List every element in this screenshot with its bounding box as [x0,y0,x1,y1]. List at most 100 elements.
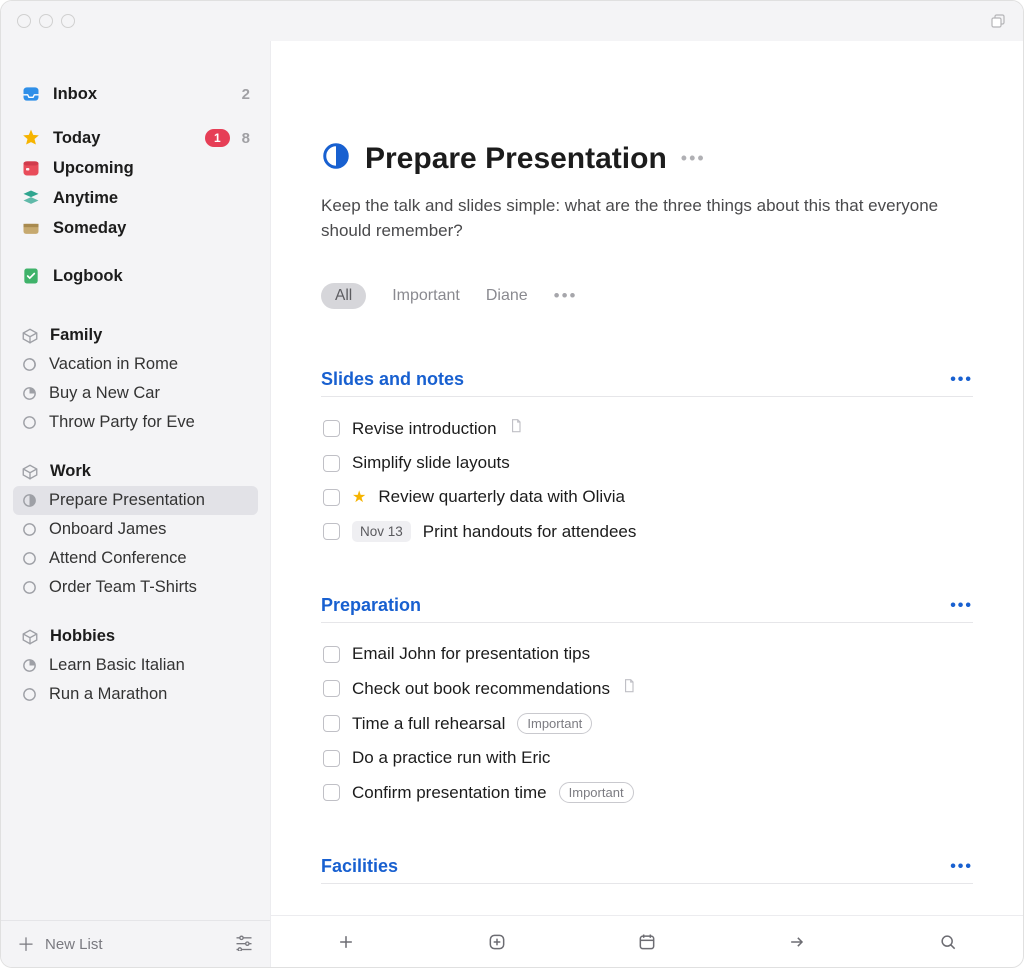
logbook-icon [21,266,41,286]
task-row[interactable]: Time a full rehearsal Important [321,706,973,741]
area-label: Family [50,326,102,345]
task-title: Do a practice run with Eric [352,748,550,768]
heading-slides-and-notes[interactable]: Slides and notes ••• [321,369,973,397]
sidebar-area-work[interactable]: Work [13,457,258,486]
sidebar: Inbox 2 Today 1 8 [1,41,271,967]
minimize-window-button[interactable] [39,14,53,28]
progress-circle-icon [21,521,38,538]
sidebar-someday-label: Someday [53,219,126,238]
new-list-button[interactable]: New List [45,936,103,953]
task-checkbox[interactable] [323,646,340,663]
task-tag-chip: Important [517,713,592,734]
progress-circle-icon [21,414,38,431]
task-row[interactable]: Revise introduction [321,411,973,446]
new-window-icon[interactable] [989,12,1007,30]
task-title: Simplify slide layouts [352,453,510,473]
task-checkbox[interactable] [323,750,340,767]
project-label: Prepare Presentation [49,491,205,510]
main-panel: Prepare Presentation ••• Keep the talk a… [271,41,1023,967]
progress-circle-icon [21,686,38,703]
task-row[interactable]: ★ Review quarterly data with Olivia [321,480,973,514]
project-progress-icon [321,141,351,176]
sidebar-area-hobbies[interactable]: Hobbies [13,622,258,651]
sidebar-area-family[interactable]: Family [13,321,258,350]
task-title: Time a full rehearsal [352,714,505,734]
project-label: Buy a New Car [49,384,160,403]
heading-more-button[interactable]: ••• [950,597,973,615]
settings-icon[interactable] [234,933,254,955]
task-checkbox[interactable] [323,680,340,697]
sidebar-someday[interactable]: Someday [13,213,258,243]
task-title: Email John for presentation tips [352,644,590,664]
tag-filter-all[interactable]: All [321,283,366,309]
sidebar-inbox-count: 2 [242,86,250,103]
close-window-button[interactable] [17,14,31,28]
window-traffic-lights [17,14,75,28]
heading-more-button[interactable]: ••• [950,858,973,876]
when-button[interactable] [627,926,667,958]
project-title[interactable]: Prepare Presentation [365,142,667,176]
new-todo-button[interactable] [326,926,366,958]
progress-circle-icon [21,550,38,567]
sidebar-today-count: 8 [242,130,250,147]
sidebar-today[interactable]: Today 1 8 [13,123,258,153]
sidebar-project-attend-conference[interactable]: Attend Conference [13,544,258,573]
project-more-button[interactable]: ••• [681,148,706,169]
sidebar-upcoming[interactable]: Upcoming [13,153,258,183]
sidebar-project-run-a-marathon[interactable]: Run a Marathon [13,680,258,709]
sidebar-project-buy-a-new-car[interactable]: Buy a New Car [13,379,258,408]
inbox-icon [21,84,41,104]
heading-more-button[interactable]: ••• [950,371,973,389]
task-checkbox[interactable] [323,420,340,437]
task-row[interactable]: Email John for presentation tips [321,637,973,671]
sidebar-anytime-label: Anytime [53,189,118,208]
sidebar-project-throw-party-for-eve[interactable]: Throw Party for Eve [13,408,258,437]
window-titlebar [1,1,1023,41]
sidebar-project-learn-basic-italian[interactable]: Learn Basic Italian [13,651,258,680]
sidebar-project-order-team-t-shirts[interactable]: Order Team T-Shirts [13,573,258,602]
sidebar-project-onboard-james[interactable]: Onboard James [13,515,258,544]
heading-facilities[interactable]: Facilities ••• [321,856,973,884]
task-row[interactable]: Do a practice run with Eric [321,741,973,775]
task-row[interactable]: Check out book recommendations [321,671,973,706]
project-notes[interactable]: Keep the talk and slides simple: what ar… [321,194,941,243]
progress-circle-icon [21,657,38,674]
note-icon [622,678,636,699]
tag-filter-important[interactable]: Important [392,287,460,305]
tag-filter-diane[interactable]: Diane [486,287,528,305]
sidebar-project-prepare-presentation[interactable]: Prepare Presentation [13,486,258,515]
tag-filter-more[interactable]: ••• [554,286,578,306]
task-checkbox[interactable] [323,523,340,540]
project-label: Onboard James [49,520,166,539]
task-date-chip: Nov 13 [352,521,411,542]
move-button[interactable] [777,926,817,958]
project-label: Attend Conference [49,549,187,568]
sidebar-project-vacation-in-rome[interactable]: Vacation in Rome [13,350,258,379]
task-checkbox[interactable] [323,489,340,506]
progress-circle-icon [21,579,38,596]
task-row[interactable]: Confirm presentation time Important [321,775,973,810]
sidebar-logbook[interactable]: Logbook [13,261,258,291]
project-label: Vacation in Rome [49,355,178,374]
bottom-toolbar [271,915,1023,967]
task-checkbox[interactable] [323,784,340,801]
search-button[interactable] [928,926,968,958]
task-title: Print handouts for attendees [423,522,637,542]
task-checkbox[interactable] [323,715,340,732]
task-checkbox[interactable] [323,455,340,472]
zoom-window-button[interactable] [61,14,75,28]
sidebar-today-label: Today [53,129,100,148]
task-title: Revise introduction [352,419,497,439]
sidebar-today-badge: 1 [205,129,230,147]
task-row[interactable]: Simplify slide layouts [321,446,973,480]
stack-icon [21,188,41,208]
heading-preparation[interactable]: Preparation ••• [321,595,973,623]
project-label: Run a Marathon [49,685,167,704]
heading-label: Preparation [321,595,421,616]
progress-circle-icon [21,356,38,373]
project-label: Learn Basic Italian [49,656,185,675]
sidebar-inbox[interactable]: Inbox 2 [13,79,258,109]
new-heading-button[interactable] [477,926,517,958]
task-row[interactable]: Nov 13 Print handouts for attendees [321,514,973,549]
sidebar-anytime[interactable]: Anytime [13,183,258,213]
